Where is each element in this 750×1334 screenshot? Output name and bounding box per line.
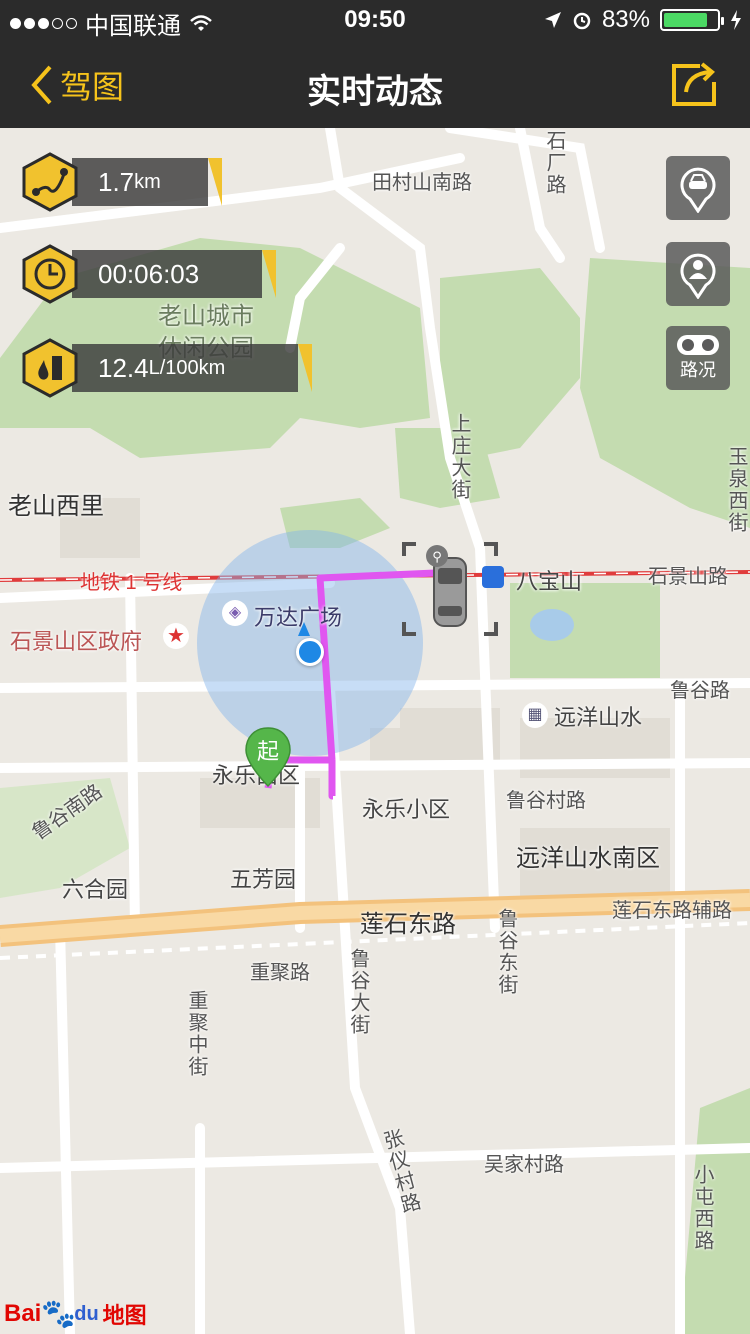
distance-value: 1.7	[98, 166, 135, 197]
fuel-panel: 12.4 L/100km	[20, 338, 312, 398]
traffic-label: 路况	[680, 360, 716, 380]
duration-value: 00:06:03	[98, 258, 200, 289]
subway-label: 地铁 1 号线	[80, 572, 183, 594]
status-bar: 中国联通 09:50 83%	[0, 0, 750, 40]
map-label: 田村山南路	[372, 172, 472, 194]
battery-icon	[660, 9, 724, 31]
vehicle-marker[interactable]: ⚲	[402, 542, 498, 636]
fuel-icon	[22, 338, 78, 398]
traffic-toggle-button[interactable]: 路况	[666, 326, 730, 390]
navigation-bar: 驾图 实时动态	[0, 40, 750, 128]
duration-panel: 00:06:03	[20, 244, 276, 304]
fuel-unit: L/100km	[148, 356, 226, 379]
fuel-value: 12.4	[98, 352, 149, 383]
map-label: 重聚路	[250, 962, 310, 984]
map-label: 八宝山	[516, 569, 583, 594]
charging-icon	[731, 10, 741, 30]
map-label: 鲁谷大街	[347, 948, 369, 1036]
share-button[interactable]	[670, 60, 718, 113]
map-view[interactable]: 田村山南路 石厂路 老山城市 休闲公园 老山西里 上庄大街 玉泉西街 地铁 1 …	[0, 128, 750, 1334]
map-label: 远洋山水	[554, 705, 643, 730]
map-label: 石景山路	[648, 566, 728, 588]
map-label: 石厂路	[543, 130, 565, 196]
person-pin-icon	[680, 253, 716, 299]
map-label: 吴家村路	[484, 1154, 564, 1176]
map-label: 石景山区政府	[10, 629, 143, 654]
poi-icon: ▦	[522, 702, 548, 728]
map-label: 上庄大街	[448, 413, 470, 501]
map-label: 鲁谷东街	[495, 908, 517, 996]
heading-arrow-icon	[298, 622, 310, 636]
map-label: 鲁谷村路	[506, 790, 586, 812]
map-label: 玉泉西街	[725, 446, 747, 534]
map-label: 六合园	[62, 877, 129, 902]
mall-icon: ◈	[222, 600, 248, 626]
location-arrow-icon	[544, 12, 561, 28]
paw-icon: 🐾	[41, 1298, 77, 1329]
star-icon: ★	[163, 623, 189, 649]
svg-text:⚲: ⚲	[432, 550, 442, 565]
map-label: 莲石东路	[360, 911, 456, 938]
alarm-icon	[573, 12, 591, 30]
battery-percent: 83%	[601, 6, 650, 33]
map-label: 五芳园	[230, 867, 297, 892]
share-icon	[672, 62, 716, 106]
start-pin[interactable]: 起	[244, 726, 292, 788]
distance-panel: 1.7 km	[20, 152, 222, 212]
map-label: 永乐小区	[362, 797, 451, 822]
distance-unit: km	[134, 170, 161, 193]
route-distance-icon	[22, 152, 78, 212]
map-label: 老山西里	[8, 493, 104, 520]
clock-icon	[22, 244, 78, 304]
map-label: 鲁谷路	[670, 680, 730, 702]
start-label: 起	[256, 739, 279, 764]
locate-me-button[interactable]	[666, 242, 730, 306]
baidu-logo: Bai 🐾 du 地图	[4, 1298, 147, 1329]
traffic-icon	[677, 335, 719, 355]
page-title: 实时动态	[307, 73, 443, 111]
car-icon: ⚲	[402, 542, 498, 636]
map-label: 莲石东路辅路	[612, 900, 732, 922]
locate-car-button[interactable]	[666, 156, 730, 220]
location-dot	[296, 638, 324, 666]
map-label: 重聚中街	[185, 990, 207, 1078]
top-bar: 中国联通 09:50 83% 驾图 实时动态	[0, 0, 750, 128]
map-label: 远洋山水南区	[516, 845, 660, 872]
car-pin-icon	[680, 167, 716, 213]
map-label: 小屯西路	[691, 1164, 713, 1252]
